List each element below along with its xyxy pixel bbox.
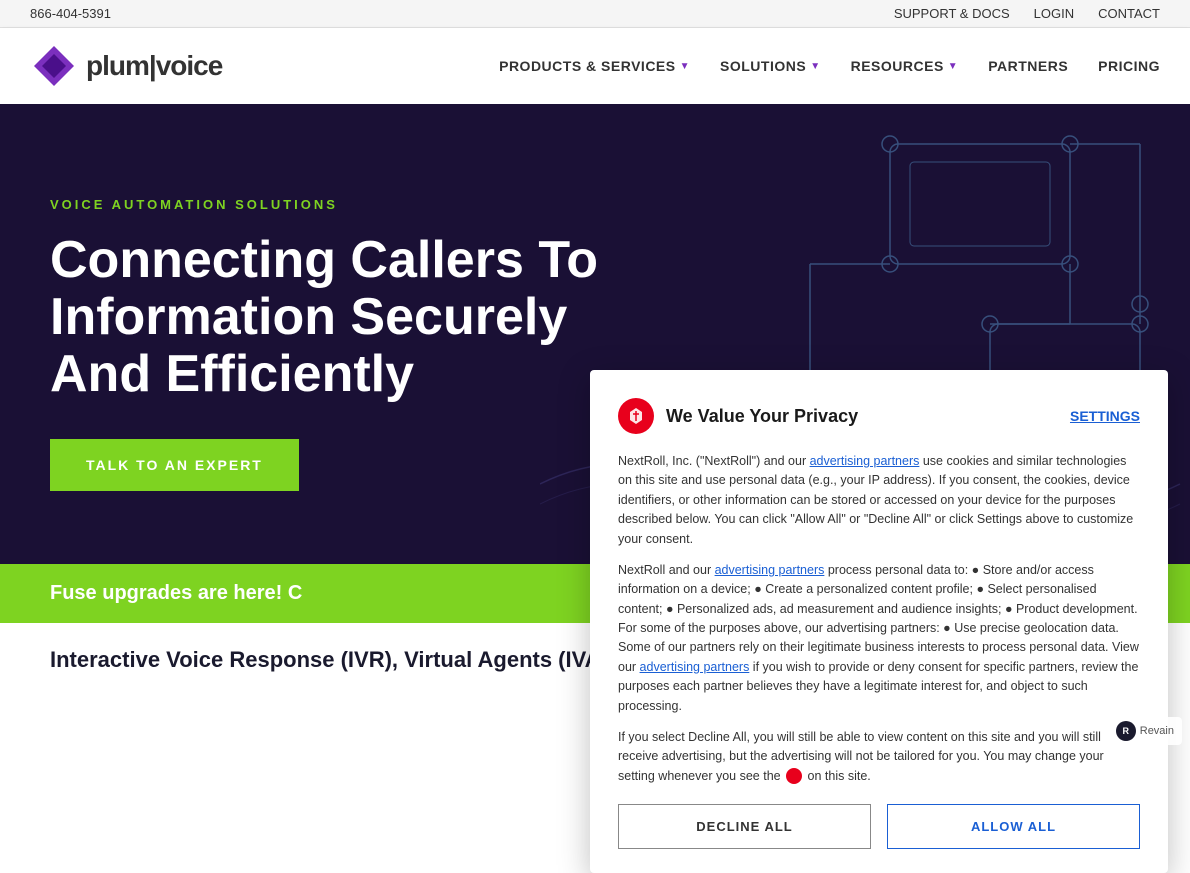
- nav-links: PRODUCTS & SERVICES ▼ SOLUTIONS ▼ RESOUR…: [499, 58, 1160, 74]
- nextroll-logo-icon: [618, 398, 654, 434]
- privacy-paragraph-2: NextRoll and our advertising partners pr…: [618, 561, 1140, 716]
- main-nav: plum|voice PRODUCTS & SERVICES ▼ SOLUTIO…: [0, 28, 1190, 104]
- nav-resources[interactable]: RESOURCES ▼: [851, 58, 959, 74]
- privacy-modal: We Value Your Privacy SETTINGS NextRoll,…: [590, 370, 1168, 873]
- privacy-settings-link[interactable]: SETTINGS: [1070, 408, 1140, 424]
- modal-title: We Value Your Privacy: [666, 406, 858, 427]
- logo-icon: [30, 42, 78, 90]
- modal-actions: DECLINE ALL ALLOW ALL: [618, 804, 1140, 849]
- revain-label: Revain: [1140, 725, 1174, 737]
- advertising-partners-link-2[interactable]: advertising partners: [715, 563, 825, 577]
- nav-products[interactable]: PRODUCTS & SERVICES ▼: [499, 58, 690, 74]
- revain-icon: R: [1116, 721, 1136, 741]
- resources-arrow-icon: ▼: [948, 61, 958, 72]
- hero-cta-button[interactable]: TALK TO AN EXPERT: [50, 439, 299, 491]
- products-arrow-icon: ▼: [680, 61, 690, 72]
- hero-tagline: VOICE AUTOMATION SOLUTIONS: [50, 197, 670, 212]
- revain-badge: R Revain: [1108, 717, 1182, 745]
- solutions-arrow-icon: ▼: [810, 61, 820, 72]
- modal-body: NextRoll, Inc. ("NextRoll") and our adve…: [618, 452, 1140, 786]
- modal-header-left: We Value Your Privacy: [618, 398, 858, 434]
- top-bar: 866-404-5391 SUPPORT & DOCS LOGIN CONTAC…: [0, 0, 1190, 28]
- allow-all-button[interactable]: ALLOW ALL: [887, 804, 1140, 849]
- decline-all-button[interactable]: DECLINE ALL: [618, 804, 871, 849]
- contact-link[interactable]: CONTACT: [1098, 6, 1160, 21]
- nav-pricing[interactable]: PRICING: [1098, 58, 1160, 74]
- phone-number: 866-404-5391: [30, 6, 111, 21]
- hero-content: VOICE AUTOMATION SOLUTIONS Connecting Ca…: [50, 197, 670, 492]
- nav-partners[interactable]: PARTNERS: [988, 58, 1068, 74]
- advertising-partners-link-3[interactable]: advertising partners: [640, 660, 750, 674]
- hero-title: Connecting Callers To Information Secure…: [50, 232, 670, 404]
- top-bar-links: SUPPORT & DOCS LOGIN CONTACT: [894, 6, 1160, 21]
- advertising-partners-link-1[interactable]: advertising partners: [810, 454, 920, 468]
- privacy-paragraph-1: NextRoll, Inc. ("NextRoll") and our adve…: [618, 452, 1140, 549]
- privacy-paragraph-3: If you select Decline All, you will stil…: [618, 728, 1140, 786]
- support-docs-link[interactable]: SUPPORT & DOCS: [894, 6, 1010, 21]
- logo-text: plum|voice: [86, 50, 222, 82]
- nextroll-inline-icon: [786, 768, 802, 784]
- nav-solutions[interactable]: SOLUTIONS ▼: [720, 58, 821, 74]
- modal-header: We Value Your Privacy SETTINGS: [618, 398, 1140, 434]
- logo[interactable]: plum|voice: [30, 42, 222, 90]
- login-link[interactable]: LOGIN: [1034, 6, 1074, 21]
